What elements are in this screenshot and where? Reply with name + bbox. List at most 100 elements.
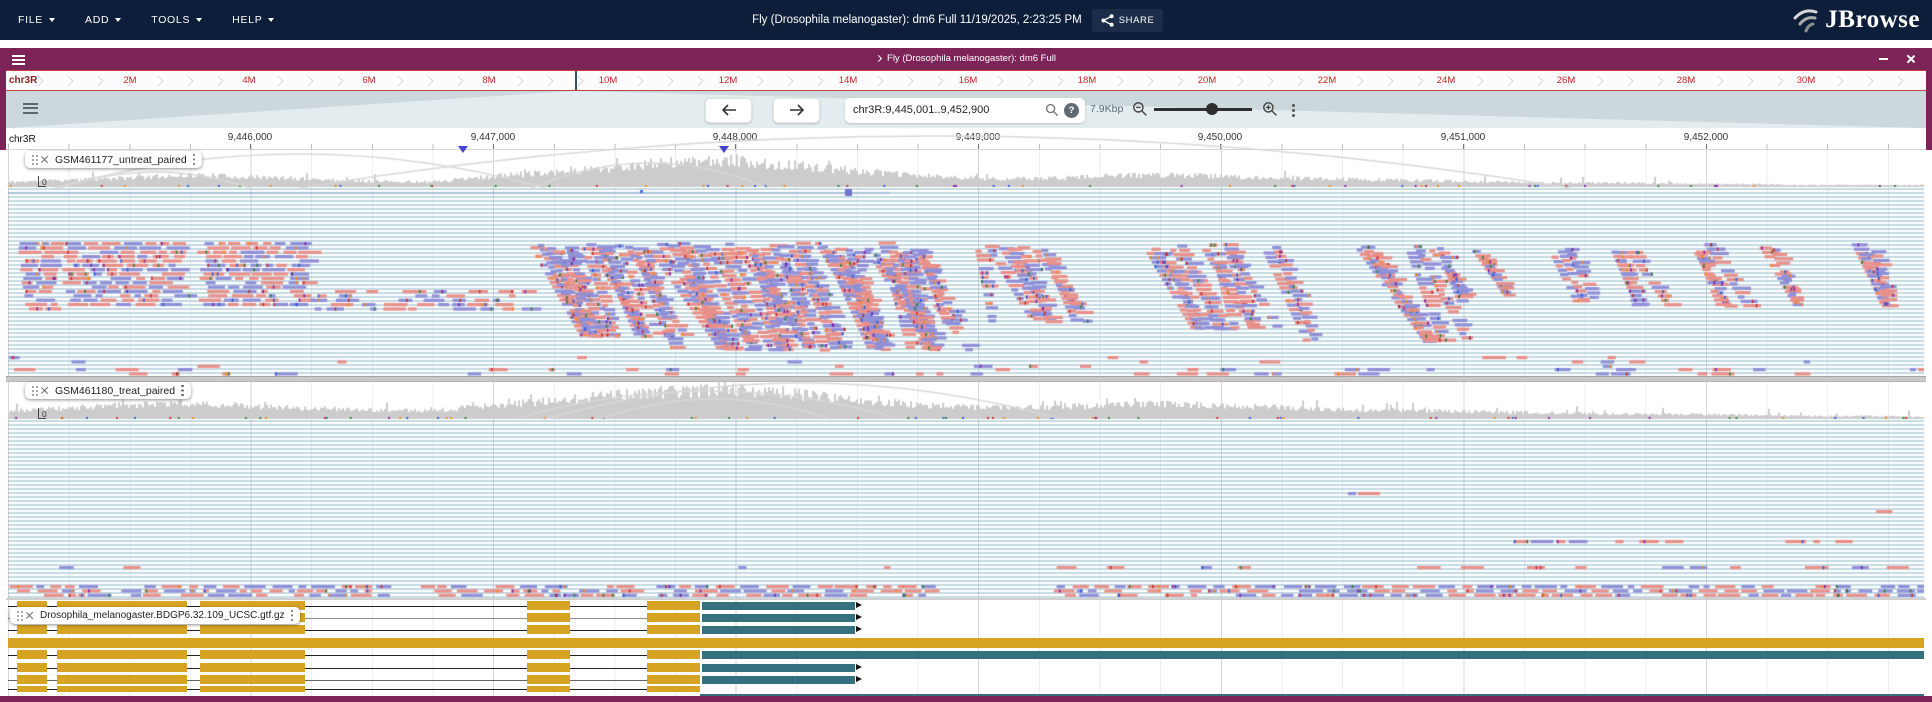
- drag-handle-icon[interactable]: [17, 611, 19, 613]
- coverage-axis-track2: 0: [38, 408, 46, 419]
- minimize-icon[interactable]: [1879, 58, 1888, 60]
- cds-feature[interactable]: [702, 676, 855, 684]
- jbrowse-swoosh-icon: [1793, 8, 1820, 33]
- pileup-stripes-track1: [8, 188, 1924, 376]
- cds-feature[interactable]: [702, 626, 855, 634]
- track-kebab-menu-icon[interactable]: [193, 154, 196, 157]
- chevron-right-icon: [1112, 75, 1123, 86]
- track-resize-handle[interactable]: [6, 376, 1926, 382]
- menu-file[interactable]: FILE: [18, 14, 55, 26]
- cds-feature[interactable]: [702, 664, 855, 672]
- back-button[interactable]: [705, 98, 752, 123]
- exon-feature[interactable]: [527, 675, 570, 684]
- view-menu-icon[interactable]: [12, 55, 25, 67]
- chevron-right-icon: [272, 75, 283, 86]
- exon-feature[interactable]: [527, 613, 570, 622]
- chevron-right-icon: [1022, 75, 1033, 86]
- chevron-right-icon: [212, 75, 223, 86]
- exon-feature[interactable]: [200, 625, 305, 634]
- exon-feature[interactable]: [17, 625, 47, 634]
- exon-feature[interactable]: [17, 650, 47, 659]
- chevron-right-icon: [1502, 75, 1513, 86]
- menu-help-label: HELP: [232, 14, 262, 26]
- track-selector-icon[interactable]: [23, 103, 38, 116]
- zoom-out-icon[interactable]: [1132, 101, 1148, 117]
- exon-feature[interactable]: [200, 650, 305, 659]
- track-kebab-menu-icon[interactable]: [291, 610, 294, 613]
- forward-button[interactable]: [773, 98, 820, 123]
- drag-handle-icon[interactable]: [32, 155, 34, 157]
- ruler-tick: [1463, 144, 1464, 149]
- overview-tick-label: 22M: [1318, 75, 1336, 86]
- chevron-right-icon: [752, 75, 763, 86]
- chevron-right-icon: [1712, 75, 1723, 86]
- chevron-right-icon: [182, 75, 193, 86]
- overview-tick-label: 4M: [242, 75, 255, 86]
- track-label-annotations[interactable]: Drosophila_melanogaster.BDGP6.32.109_UCS…: [10, 607, 300, 624]
- exon-feature[interactable]: [200, 675, 305, 684]
- zoom-slider-thumb[interactable]: [1206, 103, 1218, 115]
- close-track-icon[interactable]: [25, 611, 34, 620]
- exon-feature[interactable]: [527, 650, 570, 659]
- exon-feature[interactable]: [527, 601, 570, 610]
- arrow-left-icon: [721, 104, 737, 116]
- close-icon[interactable]: [1906, 54, 1916, 64]
- ruler-tick-label: 9,452,000: [1684, 132, 1729, 143]
- help-icon[interactable]: ?: [1064, 103, 1079, 118]
- exon-feature[interactable]: [57, 686, 187, 692]
- zoom-slider[interactable]: [1154, 108, 1252, 111]
- exon-feature[interactable]: [17, 663, 47, 672]
- exon-feature[interactable]: [647, 613, 700, 622]
- zoom-in-icon[interactable]: [1262, 101, 1278, 117]
- exon-feature[interactable]: [57, 625, 187, 634]
- overview-tick-label: 26M: [1557, 75, 1575, 86]
- exon-feature[interactable]: [8, 638, 1924, 648]
- track-kebab-menu-icon[interactable]: [181, 385, 184, 388]
- location-input[interactable]: [851, 103, 1040, 117]
- breadcrumb-label: Fly (Drosophila melanogaster): dm6 Full: [887, 53, 1056, 64]
- drag-handle-icon[interactable]: [32, 386, 34, 388]
- region-ruler[interactable]: chr3R 9,446,0009,447,0009,448,0009,449,0…: [6, 128, 1926, 150]
- exon-feature[interactable]: [527, 625, 570, 634]
- exon-feature[interactable]: [57, 675, 187, 684]
- session-title: Fly (Drosophila melanogaster): dm6 Full …: [752, 14, 1082, 26]
- jbrowse-logo-text: JBrowse: [1825, 6, 1920, 34]
- exon-feature[interactable]: [647, 663, 700, 672]
- chevron-right-icon: [872, 75, 883, 86]
- close-track-icon[interactable]: [40, 386, 49, 395]
- view-kebab-menu[interactable]: [1292, 104, 1295, 107]
- menu-add[interactable]: ADD: [85, 14, 121, 26]
- highlight-marker-icon[interactable]: [719, 146, 729, 153]
- track-label-gsm461177[interactable]: GSM461177_untreat_paired: [25, 151, 202, 168]
- exon-feature[interactable]: [57, 663, 187, 672]
- chevron-right-icon: [662, 75, 673, 86]
- menu-help[interactable]: HELP: [232, 14, 274, 26]
- exon-feature[interactable]: [200, 663, 305, 672]
- search-icon[interactable]: [1045, 103, 1059, 117]
- cds-feature[interactable]: [700, 694, 1924, 696]
- exon-feature[interactable]: [647, 601, 700, 610]
- menu-tools[interactable]: TOOLS: [151, 14, 202, 26]
- exon-feature[interactable]: [647, 675, 700, 684]
- exon-feature[interactable]: [527, 686, 570, 692]
- exon-feature[interactable]: [647, 686, 700, 692]
- exon-feature[interactable]: [647, 625, 700, 634]
- exon-feature[interactable]: [17, 686, 47, 692]
- exon-feature[interactable]: [647, 650, 700, 659]
- chevron-right-icon: [62, 75, 73, 86]
- exon-feature[interactable]: [57, 650, 187, 659]
- exon-feature[interactable]: [17, 675, 47, 684]
- track-label-gsm461180[interactable]: GSM461180_treat_paired: [25, 382, 191, 399]
- exon-feature[interactable]: [527, 663, 570, 672]
- highlight-marker-icon[interactable]: [458, 146, 468, 153]
- chevron-right-icon: [1892, 75, 1903, 86]
- exon-feature[interactable]: [200, 686, 305, 692]
- cds-feature[interactable]: [702, 614, 855, 622]
- chevron-right-icon: [302, 75, 313, 86]
- close-track-icon[interactable]: [40, 155, 49, 164]
- cds-feature[interactable]: [702, 651, 1924, 659]
- chromosome-overview[interactable]: chr3R 2M4M6M8M10M12M14M16M18M20M22M24M26…: [6, 70, 1926, 91]
- share-button[interactable]: SHARE: [1092, 9, 1164, 32]
- chevron-right-icon: [1412, 75, 1423, 86]
- cds-feature[interactable]: [702, 602, 855, 610]
